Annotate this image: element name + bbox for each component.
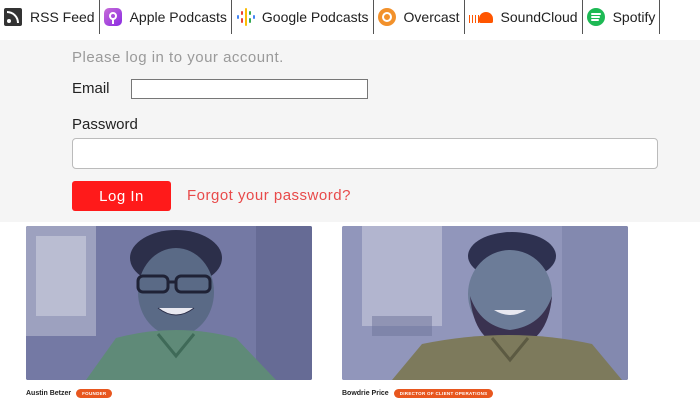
team-photo-bowdrie [342,226,628,380]
spotify-label: Spotify [612,9,656,25]
team-role-badge: DIRECTOR OF CLIENT OPERATIONS [393,389,494,398]
team-member-name: Austin Betzer [26,390,72,397]
soundcloud-label: SoundCloud [500,9,578,25]
team-caption-bowdrie: Bowdrie Price DIRECTOR OF CLIENT OPERATI… [342,389,494,398]
spotify-icon [586,8,605,26]
rss-feed-link[interactable]: RSS Feed [0,0,100,34]
spotify-link[interactable]: Spotify [583,0,661,34]
password-label: Password [72,116,138,133]
team-role-badge: FOUNDER [76,389,113,398]
forgot-password-link[interactable]: Forgot your password? [187,187,351,204]
soundcloud-icon [468,8,493,26]
overcast-link[interactable]: Overcast [374,0,465,34]
overcast-label: Overcast [403,9,460,25]
team-photo-austin [26,226,312,380]
podcast-links-bar: RSS Feed Apple Podcasts Google Podcasts … [0,0,700,34]
rss-feed-label: RSS Feed [30,9,95,25]
apple-podcasts-link[interactable]: Apple Podcasts [100,0,232,34]
overcast-icon [377,8,396,26]
rss-icon [4,8,22,26]
team-caption-austin: Austin Betzer FOUNDER [26,389,113,398]
google-podcasts-label: Google Podcasts [261,9,369,25]
soundcloud-link[interactable]: SoundCloud [465,0,583,34]
apple-podcasts-icon [103,8,122,26]
email-field[interactable] [131,79,368,99]
login-button[interactable]: Log In [72,181,171,211]
team-member-name: Bowdrie Price [342,390,389,397]
login-prompt: Please log in to your account. [72,49,284,66]
google-podcasts-link[interactable]: Google Podcasts [232,0,374,34]
login-panel: Please log in to your account. Email Pas… [0,40,700,222]
google-podcasts-icon [236,8,255,26]
email-label: Email [72,80,110,97]
password-field[interactable] [72,138,658,169]
apple-podcasts-label: Apple Podcasts [129,9,227,25]
